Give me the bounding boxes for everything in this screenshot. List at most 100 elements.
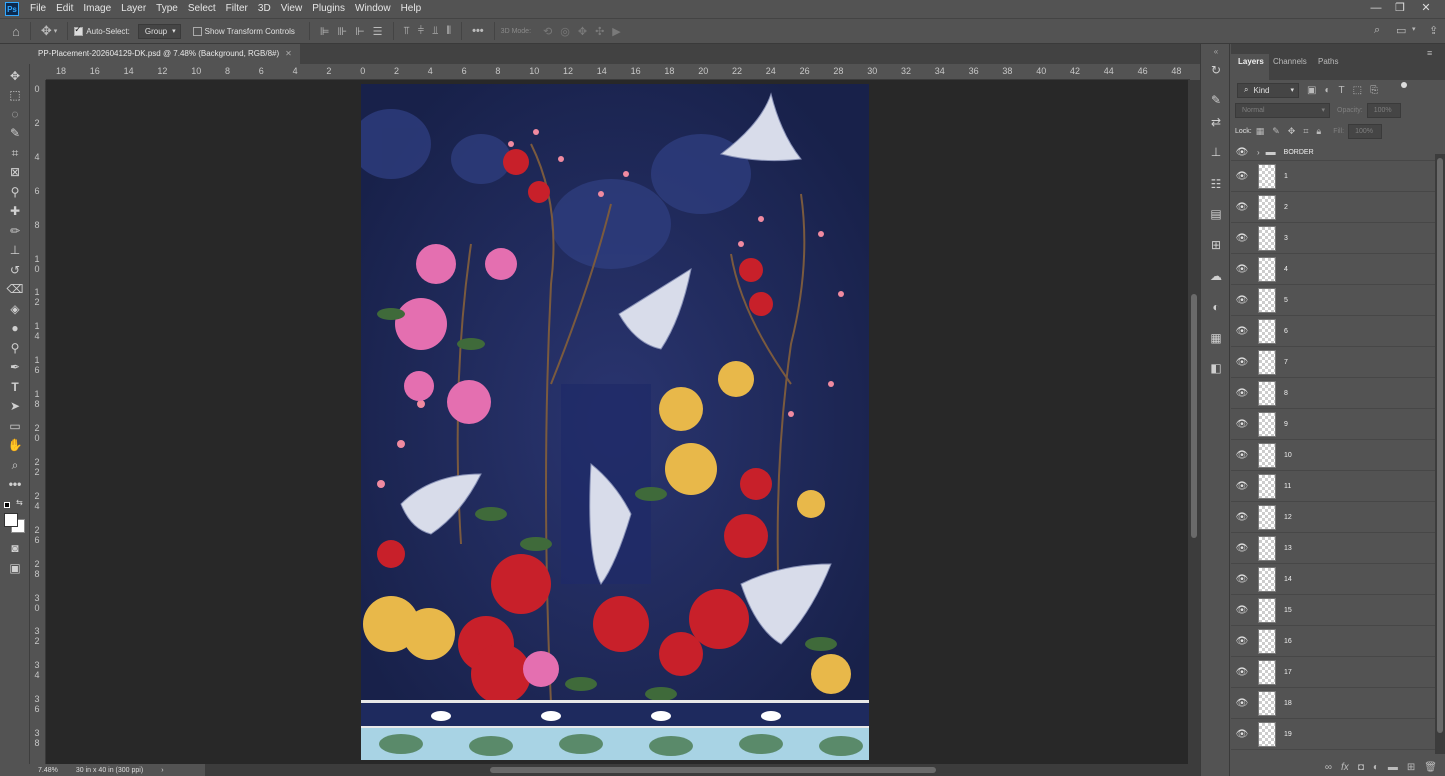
layer-name[interactable]: 15 xyxy=(1284,607,1292,614)
align-hcenter-icon[interactable]: ⊪ xyxy=(337,25,347,38)
layer-row[interactable]: 👁︎ 18 xyxy=(1231,688,1435,719)
scroll-thumb[interactable] xyxy=(490,767,936,773)
layer-name[interactable]: 6 xyxy=(1284,328,1288,335)
layer-name[interactable]: 4 xyxy=(1284,266,1288,273)
tab-channels[interactable]: Channels xyxy=(1273,57,1307,66)
align-left-icon[interactable]: ⊫ xyxy=(320,25,330,38)
healing-brush-tool-icon[interactable]: ✚ xyxy=(6,203,24,219)
lock-position-icon[interactable]: ✥ xyxy=(1288,126,1296,137)
dodge-tool-icon[interactable]: ⚲ xyxy=(6,340,24,356)
close-tab-icon[interactable]: ✕ xyxy=(285,44,292,64)
align-vcenter-icon[interactable]: ⫩ xyxy=(418,25,424,38)
close-icon[interactable]: ✕ xyxy=(1414,0,1438,18)
menu-image[interactable]: Image xyxy=(78,0,116,18)
layer-name[interactable]: 3 xyxy=(1284,235,1288,242)
layer-name[interactable]: 13 xyxy=(1284,545,1292,552)
zoom-level[interactable]: 7.48% xyxy=(38,767,58,774)
menu-plugins[interactable]: Plugins xyxy=(307,0,350,18)
home-icon[interactable]: ⌂ xyxy=(12,24,20,39)
vertical-scrollbar[interactable] xyxy=(1188,80,1200,764)
scroll-thumb[interactable] xyxy=(1191,294,1197,538)
add-mask-icon[interactable]: ◘ xyxy=(1358,762,1364,773)
swatches-panel-icon[interactable]: ⊞ xyxy=(1208,237,1224,253)
new-group-icon[interactable]: ▬ xyxy=(1388,762,1398,773)
layer-name[interactable]: 7 xyxy=(1284,359,1288,366)
properties-panel-icon[interactable]: ☷ xyxy=(1208,176,1224,192)
quick-select-tool-icon[interactable]: ✎ xyxy=(6,125,24,141)
menu-file[interactable]: File xyxy=(25,0,51,18)
paint-bucket-tool-icon[interactable]: ◈ xyxy=(6,301,24,317)
visibility-eye-icon[interactable]: 👁︎ xyxy=(1231,605,1253,616)
rectangle-tool-icon[interactable]: ▭ xyxy=(6,418,24,434)
document-canvas[interactable] xyxy=(361,84,869,760)
layer-row[interactable]: 👁︎ 5 xyxy=(1231,285,1435,316)
visibility-eye-icon[interactable]: 👁︎ xyxy=(1231,326,1253,337)
menu-3d[interactable]: 3D xyxy=(253,0,276,18)
auto-select-dropdown[interactable]: Group ▾ xyxy=(137,23,181,39)
filter-toggle-icon[interactable] xyxy=(1401,82,1407,88)
layer-row[interactable]: 👁︎ 14 xyxy=(1231,564,1435,595)
chevron-right-icon[interactable]: › xyxy=(1257,148,1260,157)
layer-style-icon[interactable]: fx xyxy=(1341,762,1349,773)
blend-mode-dropdown[interactable]: Normal ▾ xyxy=(1235,102,1330,118)
canvas-area[interactable] xyxy=(46,80,1188,764)
visibility-eye-icon[interactable]: 👁︎ xyxy=(1231,481,1253,492)
eraser-tool-icon[interactable]: ⌫ xyxy=(6,281,24,297)
layer-row[interactable]: 👁︎ 4 xyxy=(1231,254,1435,285)
layer-name[interactable]: 18 xyxy=(1284,700,1292,707)
zoom-tool-icon[interactable]: ⌕ xyxy=(6,457,24,473)
filter-pixel-icon[interactable]: ▣ xyxy=(1307,85,1316,96)
menu-edit[interactable]: Edit xyxy=(51,0,78,18)
filter-adjustment-icon[interactable]: ◐ xyxy=(1324,85,1330,96)
layer-row[interactable]: 👁︎ 3 xyxy=(1231,223,1435,254)
visibility-eye-icon[interactable]: 👁︎ xyxy=(1231,419,1253,430)
layer-name[interactable]: 14 xyxy=(1284,576,1292,583)
clone-source-icon[interactable]: ⊥ xyxy=(1208,144,1224,160)
layer-name[interactable]: 17 xyxy=(1284,669,1292,676)
layer-name[interactable]: 2 xyxy=(1284,204,1288,211)
chevron-right-icon[interactable]: › xyxy=(161,767,163,774)
minimize-icon[interactable]: — xyxy=(1364,0,1388,18)
visibility-eye-icon[interactable]: 👁︎ xyxy=(1231,295,1253,306)
history-brush-tool-icon[interactable]: ↺ xyxy=(6,262,24,278)
visibility-eye-icon[interactable]: 👁︎ xyxy=(1231,202,1253,213)
distribute-h-icon[interactable]: ☰ xyxy=(373,25,383,38)
new-layer-icon[interactable]: ⊞ xyxy=(1407,762,1415,773)
brush-settings-icon[interactable]: ✎ xyxy=(1208,92,1224,108)
layer-name[interactable]: 19 xyxy=(1284,731,1292,738)
menu-help[interactable]: Help xyxy=(396,0,427,18)
visibility-eye-icon[interactable]: 👁︎ xyxy=(1231,543,1253,554)
screen-mode-icon[interactable]: ▣ xyxy=(6,560,24,576)
frame-tool-icon[interactable]: ⊠ xyxy=(6,164,24,180)
tab-paths[interactable]: Paths xyxy=(1318,57,1338,66)
move-tool-icon[interactable]: ✥ xyxy=(6,68,24,84)
lock-image-icon[interactable]: ✎ xyxy=(1272,126,1280,137)
more-options-icon[interactable]: ••• xyxy=(472,25,484,37)
hand-tool-icon[interactable]: ✋ xyxy=(6,437,24,453)
filter-shape-icon[interactable]: ⬚ xyxy=(1353,85,1362,96)
layer-name[interactable]: BORDER xyxy=(1284,149,1314,156)
foreground-color-swatch[interactable] xyxy=(4,513,18,527)
share-icon[interactable]: ⇪ xyxy=(1429,24,1438,37)
layer-row[interactable]: 👁︎ 9 xyxy=(1231,409,1435,440)
layers-scrollbar[interactable] xyxy=(1435,154,1445,754)
swap-colors-icon[interactable]: ⇆ xyxy=(16,498,23,507)
visibility-eye-icon[interactable]: 👁︎ xyxy=(1231,667,1253,678)
filter-type-icon[interactable]: T xyxy=(1339,85,1345,96)
layer-name[interactable]: 16 xyxy=(1284,638,1292,645)
adjustment-layer-icon[interactable]: ◐ xyxy=(1373,762,1379,773)
adjust-icon[interactable]: ⇄ xyxy=(1208,114,1224,130)
filter-kind-dropdown[interactable]: ⌕ Kind ▾ xyxy=(1237,82,1299,98)
edit-toolbar-icon[interactable]: ••• xyxy=(6,476,24,492)
workspace-icon[interactable]: ▭ xyxy=(1396,24,1406,37)
layer-row[interactable]: 👁︎ 19 xyxy=(1231,719,1435,750)
layer-name[interactable]: 8 xyxy=(1284,390,1288,397)
horizontal-scrollbar[interactable] xyxy=(205,764,1200,776)
lock-all-icon[interactable]: 🔒︎ xyxy=(1316,126,1321,137)
show-transform-checkbox[interactable] xyxy=(192,26,202,36)
layer-name[interactable]: 1 xyxy=(1284,173,1288,180)
visibility-eye-icon[interactable]: 👁︎ xyxy=(1231,574,1253,585)
align-top-icon[interactable]: ⫪ xyxy=(404,25,410,38)
gradients-panel-icon[interactable]: ▤ xyxy=(1208,206,1224,222)
clone-stamp-tool-icon[interactable]: ⊥ xyxy=(6,242,24,258)
